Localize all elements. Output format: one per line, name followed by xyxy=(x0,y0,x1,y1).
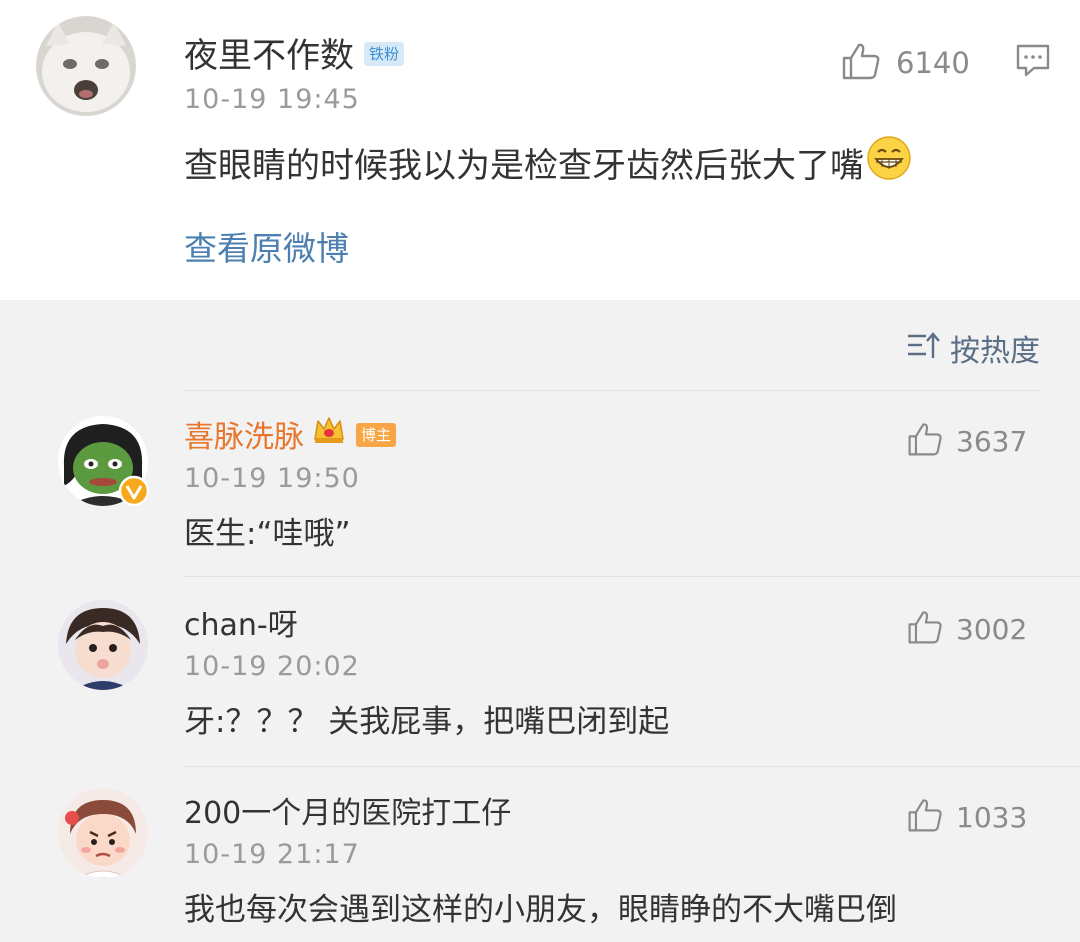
post-like-count: 6140 xyxy=(896,46,970,80)
post-like-button[interactable]: 6140 xyxy=(840,40,970,86)
comment-like-count: 3637 xyxy=(956,424,1028,458)
comment-timestamp: 10-19 21:17 xyxy=(184,839,360,870)
original-post: 夜里不作数 铁粉 10-19 19:45 查眼睛的时候我以为是检查牙齿然后张大了嘴… xyxy=(0,0,1080,300)
divider xyxy=(184,390,1040,391)
post-username[interactable]: 夜里不作数 铁粉 xyxy=(184,34,405,78)
owner-badge: 博主 xyxy=(356,422,397,447)
divider xyxy=(184,576,1080,577)
thumbs-up-icon xyxy=(906,608,944,650)
comment-timestamp: 10-19 19:50 xyxy=(184,463,360,494)
verified-v-icon xyxy=(118,475,150,507)
sort-icon xyxy=(906,331,940,365)
post-timestamp: 10-19 19:45 xyxy=(184,84,360,115)
comment-icon[interactable] xyxy=(1014,42,1052,84)
avatar[interactable] xyxy=(58,600,148,690)
thumbs-up-icon xyxy=(840,40,882,86)
fan-badge: 铁粉 xyxy=(364,41,405,66)
post-text-content: 查眼睛的时候我以为是检查牙齿然后张大了嘴 xyxy=(184,146,864,186)
comment-username[interactable]: 喜脉洗脉 博主 xyxy=(184,415,397,459)
grin-emoji-icon xyxy=(866,135,912,194)
post-username-text[interactable]: 夜里不作数 xyxy=(184,36,354,76)
view-original-link[interactable]: 查看原微博 xyxy=(184,222,349,270)
crown-icon xyxy=(312,415,346,456)
comment-timestamp: 10-19 20:02 xyxy=(184,651,360,682)
comment-like-count: 1033 xyxy=(956,800,1028,834)
avatar[interactable] xyxy=(36,16,136,116)
comment-text: 牙:？？？ 关我屁事，把嘴巴闭到起 xyxy=(184,704,670,740)
sort-by-hot-button[interactable]: 按热度 xyxy=(906,326,1040,370)
divider xyxy=(184,766,1080,767)
post-text: 查眼睛的时候我以为是检查牙齿然后张大了嘴 xyxy=(184,135,912,197)
comment-like-button[interactable]: 3637 xyxy=(906,420,1027,462)
comment-username[interactable]: 200一个月的医院打工仔 xyxy=(184,794,511,834)
comment-text: 我也每次会遇到这样的小朋友，眼睛睁的不大嘴巴倒 xyxy=(184,892,897,928)
thumbs-up-icon xyxy=(906,796,944,838)
comment-username[interactable]: chan-呀 xyxy=(184,606,298,646)
comment-text: 医生:“哇哦” xyxy=(184,516,351,552)
comment-like-count: 3002 xyxy=(956,612,1028,646)
comment-like-button[interactable]: 3002 xyxy=(906,608,1027,650)
sort-label: 按热度 xyxy=(950,334,1040,369)
avatar[interactable] xyxy=(58,788,148,878)
thumbs-up-icon xyxy=(906,420,944,462)
comment-like-button[interactable]: 1033 xyxy=(906,796,1027,838)
comment-username-text[interactable]: 喜脉洗脉 xyxy=(184,420,304,455)
